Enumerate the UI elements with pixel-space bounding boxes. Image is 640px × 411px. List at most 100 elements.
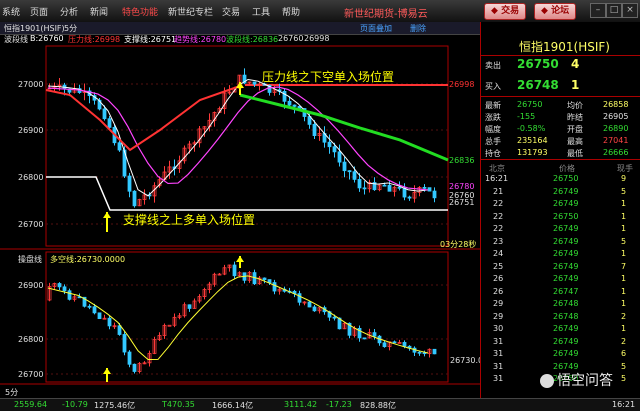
tick-time: 29 (493, 299, 504, 308)
forum-button[interactable]: ◆ 论坛 (534, 3, 577, 20)
stat-label: 开盘 (567, 125, 583, 134)
sub-candle-body (117, 325, 122, 335)
buy-price[interactable]: 26748 (517, 78, 559, 92)
stat-value: 26858 (603, 100, 629, 109)
candle-body (347, 170, 352, 173)
tick-vol: 5 (621, 236, 627, 246)
quote-title: 恒指1901(HSIF) (519, 40, 610, 54)
stat-value: 27041 (603, 136, 629, 145)
stat-label: 最高 (567, 137, 583, 146)
tick-vol: 1 (621, 211, 627, 221)
tick-row: 29 26748 2 (481, 312, 640, 324)
trade-button-label: 交易 (501, 6, 520, 16)
sub-y-tick-label: 26800 (18, 335, 44, 344)
support-annotation: 支撑线之上多单入场位置 (123, 213, 256, 227)
tick-vol: 6 (621, 349, 627, 358)
stat-value: 26666 (603, 148, 629, 157)
tick-price: 26749 (553, 274, 579, 283)
sub-chart-label: 多空线:26730.0000 (50, 255, 126, 264)
maximize-icon[interactable]: □ (606, 3, 622, 18)
support-arrow-head (103, 212, 111, 218)
stat-label: 均价 (567, 101, 583, 110)
sub-candle-body (432, 348, 437, 355)
candle-body (402, 187, 407, 198)
candle-body (397, 186, 402, 189)
sub-candle-body (67, 290, 72, 300)
tick-price: 26747 (553, 286, 579, 296)
tick-vol: 1 (621, 274, 627, 283)
status-value: 2559.64 (14, 400, 48, 409)
tick-time: 31 (493, 361, 504, 371)
candle-body (382, 184, 387, 187)
tick-time: 31 (493, 336, 504, 346)
y-tick-label: 26900 (18, 126, 44, 135)
tick-price: 26750 (553, 211, 579, 221)
chart-canvas[interactable] (0, 0, 480, 398)
tick-time: 26 (493, 274, 504, 283)
tick-row: 29 26748 1 (481, 299, 640, 311)
candle-body (102, 108, 107, 120)
sub-candle-body (87, 305, 92, 308)
tick-row: 21 26749 5 (481, 187, 640, 199)
sub-support-arrow-head (103, 368, 111, 374)
sub-candle-body (232, 264, 237, 277)
sub-candle-body (187, 304, 192, 309)
stat-value: -0.58% (517, 124, 546, 133)
stat-label: 涨跌 (485, 113, 501, 122)
tick-time: 31 (493, 349, 504, 358)
stat-value: 26750 (517, 100, 543, 109)
sub-y-tick-label: 26700 (18, 370, 44, 379)
trend-line (47, 86, 429, 191)
tick-vol: 2 (621, 311, 627, 321)
tick-price: 26750 (553, 174, 579, 183)
sub-candle-body (57, 283, 62, 288)
tick-row: 22 26749 1 (481, 224, 640, 236)
buy-qty: 1 (571, 78, 580, 92)
tick-row: 25 26749 7 (481, 262, 640, 274)
sell-price[interactable]: 26750 (517, 57, 559, 71)
candle-body (312, 123, 317, 136)
white-ma-line (47, 78, 429, 197)
tick-time: 16:21 (485, 174, 509, 183)
candle-body (332, 146, 337, 153)
sub-candle-body (417, 351, 422, 354)
candle-body (432, 190, 437, 199)
tick-row: 22 26750 1 (481, 212, 640, 224)
stat-label: 幅度 (485, 125, 501, 134)
trade-button[interactable]: ◆ 交易 (484, 3, 527, 20)
candle-body (357, 178, 362, 189)
tick-time: 26 (493, 286, 504, 296)
tick-vol: 1 (621, 224, 627, 233)
sub-candle-body (307, 301, 312, 308)
candle-body (387, 184, 392, 192)
minimize-icon[interactable]: – (590, 3, 606, 18)
tick-row: 23 26749 5 (481, 237, 640, 249)
status-value: -17.23 (326, 400, 352, 409)
tick-vol: 5 (621, 361, 627, 371)
close-icon[interactable]: × (622, 3, 638, 18)
tick-vol: 7 (621, 261, 627, 271)
stat-label: 最新 (485, 101, 501, 110)
status-value: 1275.46亿 (94, 401, 136, 410)
status-value: -10.79 (62, 400, 88, 409)
tick-price: 26749 (553, 261, 579, 271)
y-tick-label: 26700 (18, 220, 44, 229)
tick-row: 24 26749 1 (481, 249, 640, 261)
watermark-icon (540, 374, 554, 388)
tick-vol: 1 (621, 324, 627, 333)
tick-row: 31 26749 6 (481, 349, 640, 361)
tick-time: 21 (493, 186, 504, 196)
quote-panel: 恒指1901(HSIF) 卖出 26750 4 买入 26748 1 最新 267… (480, 22, 640, 400)
red-ma-line (45, 85, 241, 152)
tick-header-vol: 现手 (617, 164, 633, 173)
sub-pane (45, 251, 449, 383)
sub-resistance-arrow-head (236, 256, 244, 262)
tick-vol: 1 (621, 199, 627, 208)
tick-vol: 1 (621, 249, 627, 258)
sub-chart-period: 5分 (5, 388, 19, 397)
price-line-label: 26780 (449, 182, 475, 191)
sub-candle-body (122, 334, 127, 353)
candle-body (292, 104, 297, 107)
tick-price: 26749 (553, 186, 579, 196)
sub-candle-body (382, 342, 387, 348)
